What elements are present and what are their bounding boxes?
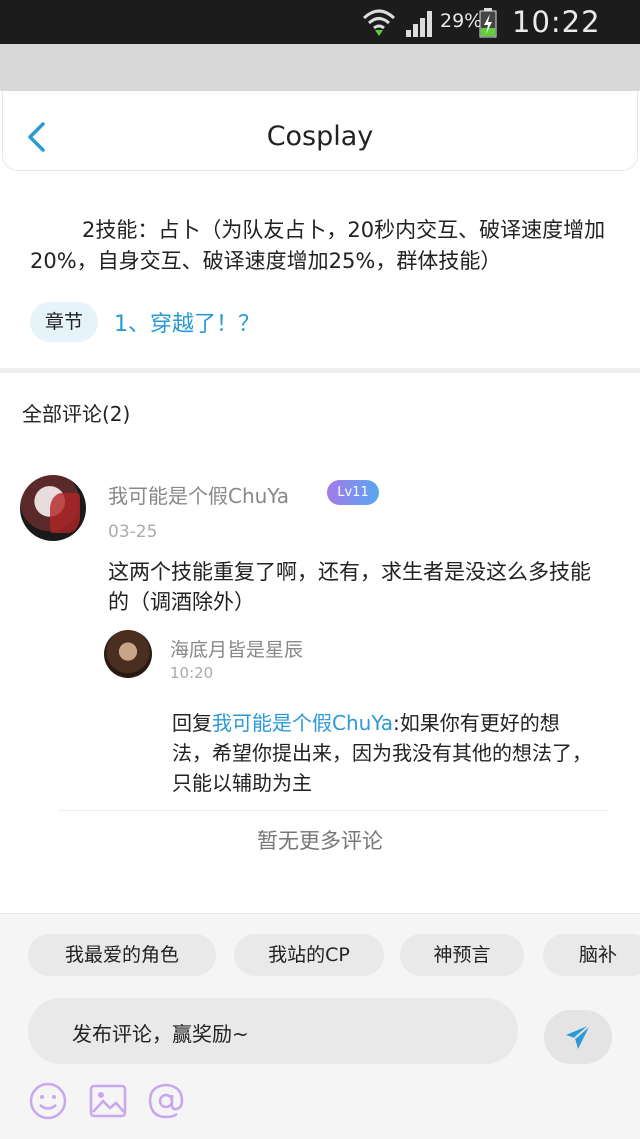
header-spacer [0, 44, 640, 91]
comment-input-placeholder: 发布评论，赢奖励~ [72, 1022, 249, 1046]
mention-icon[interactable] [146, 1081, 186, 1121]
chapter-excerpt: 2技能：占卜（为队友占卜，20秒内交互、破译速度增加20%，自身交互、破译速度增… [30, 218, 606, 273]
reply-avatar[interactable] [104, 630, 152, 678]
wifi-icon [362, 9, 396, 36]
tag-my-cp[interactable]: 我站的CP [234, 934, 384, 976]
tag-prophecy[interactable]: 神预言 [400, 934, 524, 976]
reply-author[interactable]: 海底月皆是星辰 [170, 635, 303, 662]
tag-imagination[interactable]: 脑补 [543, 934, 640, 976]
level-badge: Lv11 [327, 480, 379, 505]
reply-body: 回复我可能是个假ChuYa:如果你有更好的想法，希望你提出来，因为我没有其他的想… [172, 708, 592, 798]
comment-author[interactable]: 我可能是个假ChuYa [108, 480, 289, 509]
comment-date: 03-25 [108, 522, 158, 542]
status-bar: 29% 10:22 AM [0, 0, 640, 73]
comment-separator [58, 810, 608, 811]
no-more-comments: 暂无更多评论 [257, 829, 383, 853]
send-button[interactable] [544, 1010, 612, 1064]
title-bar: Cosplay [2, 91, 638, 171]
page-title: Cosplay [266, 121, 374, 152]
battery-icon [479, 8, 497, 38]
section-divider [0, 368, 640, 373]
chapter-link[interactable]: 1、穿越了！？ [114, 306, 260, 338]
comments-heading: 全部评论(2) [22, 402, 131, 426]
comment-body: 这两个技能重复了啊，还有，求生者是没这么多技能的（调酒除外） [108, 560, 591, 614]
reply-time: 10:20 [170, 664, 214, 682]
battery-percentage: 29% [440, 10, 483, 32]
tag-favorite-character[interactable]: 我最爱的角色 [28, 934, 216, 976]
image-icon[interactable] [88, 1081, 128, 1121]
comment-input[interactable]: 发布评论，赢奖励~ [28, 998, 518, 1064]
reply-prefix: 回复 [172, 711, 212, 735]
avatar[interactable] [20, 475, 86, 541]
emoji-icon[interactable] [28, 1081, 68, 1121]
send-icon [566, 1024, 591, 1049]
signal-icon [406, 11, 432, 37]
chapter-badge: 章节 [30, 302, 98, 342]
reply-target-link[interactable]: 我可能是个假ChuYa [212, 711, 393, 735]
